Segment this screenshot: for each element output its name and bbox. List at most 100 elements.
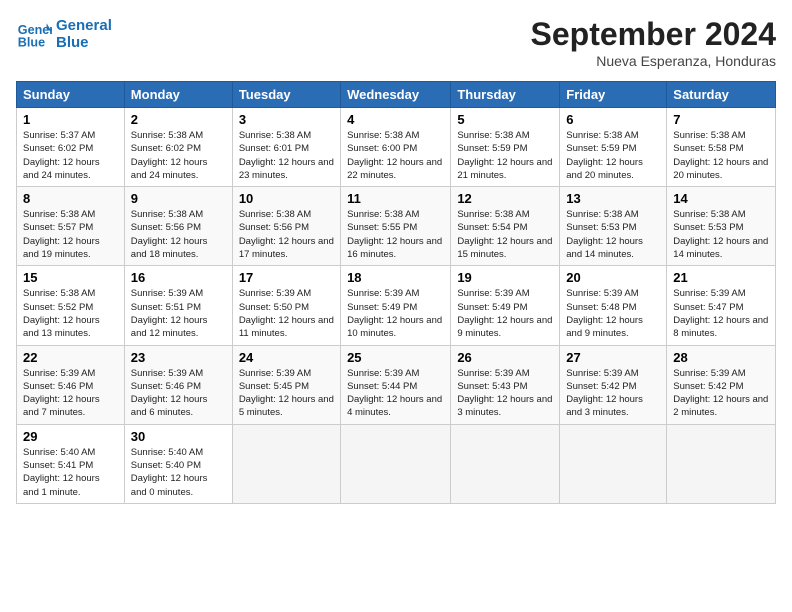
day-number: 18 [347,270,444,285]
month-title: September 2024 [531,16,776,53]
calendar-cell: 10 Sunrise: 5:38 AM Sunset: 5:56 PM Dayl… [232,187,340,266]
column-header-sunday: Sunday [17,82,125,108]
location: Nueva Esperanza, Honduras [531,53,776,69]
logo-icon: General Blue [16,16,52,52]
column-header-thursday: Thursday [451,82,560,108]
day-info: Sunrise: 5:38 AM Sunset: 5:54 PM Dayligh… [457,208,553,261]
day-info: Sunrise: 5:39 AM Sunset: 5:46 PM Dayligh… [131,367,226,420]
week-row-3: 15 Sunrise: 5:38 AM Sunset: 5:52 PM Dayl… [17,266,776,345]
calendar-cell: 16 Sunrise: 5:39 AM Sunset: 5:51 PM Dayl… [124,266,232,345]
day-number: 17 [239,270,334,285]
day-info: Sunrise: 5:38 AM Sunset: 5:59 PM Dayligh… [457,129,553,182]
day-number: 13 [566,191,660,206]
day-number: 6 [566,112,660,127]
calendar-cell: 19 Sunrise: 5:39 AM Sunset: 5:49 PM Dayl… [451,266,560,345]
day-info: Sunrise: 5:39 AM Sunset: 5:42 PM Dayligh… [673,367,769,420]
title-block: September 2024 Nueva Esperanza, Honduras [531,16,776,69]
calendar-cell: 18 Sunrise: 5:39 AM Sunset: 5:49 PM Dayl… [341,266,451,345]
day-number: 14 [673,191,769,206]
day-info: Sunrise: 5:38 AM Sunset: 5:53 PM Dayligh… [566,208,660,261]
day-info: Sunrise: 5:38 AM Sunset: 6:02 PM Dayligh… [131,129,226,182]
calendar-cell: 30 Sunrise: 5:40 AM Sunset: 5:40 PM Dayl… [124,424,232,503]
day-number: 16 [131,270,226,285]
svg-text:Blue: Blue [18,36,45,50]
day-info: Sunrise: 5:38 AM Sunset: 5:55 PM Dayligh… [347,208,444,261]
day-info: Sunrise: 5:38 AM Sunset: 5:56 PM Dayligh… [131,208,226,261]
day-info: Sunrise: 5:39 AM Sunset: 5:45 PM Dayligh… [239,367,334,420]
column-header-saturday: Saturday [667,82,776,108]
calendar-cell: 7 Sunrise: 5:38 AM Sunset: 5:58 PM Dayli… [667,108,776,187]
calendar-cell: 14 Sunrise: 5:38 AM Sunset: 5:53 PM Dayl… [667,187,776,266]
day-number: 11 [347,191,444,206]
day-number: 3 [239,112,334,127]
day-info: Sunrise: 5:40 AM Sunset: 5:40 PM Dayligh… [131,446,226,499]
calendar-cell: 9 Sunrise: 5:38 AM Sunset: 5:56 PM Dayli… [124,187,232,266]
day-info: Sunrise: 5:39 AM Sunset: 5:46 PM Dayligh… [23,367,118,420]
calendar-cell: 26 Sunrise: 5:39 AM Sunset: 5:43 PM Dayl… [451,345,560,424]
day-number: 21 [673,270,769,285]
calendar-cell: 28 Sunrise: 5:39 AM Sunset: 5:42 PM Dayl… [667,345,776,424]
calendar-cell: 29 Sunrise: 5:40 AM Sunset: 5:41 PM Dayl… [17,424,125,503]
calendar-cell: 1 Sunrise: 5:37 AM Sunset: 6:02 PM Dayli… [17,108,125,187]
calendar-cell: 17 Sunrise: 5:39 AM Sunset: 5:50 PM Dayl… [232,266,340,345]
calendar-cell: 6 Sunrise: 5:38 AM Sunset: 5:59 PM Dayli… [560,108,667,187]
day-number: 5 [457,112,553,127]
day-number: 24 [239,350,334,365]
calendar-cell: 25 Sunrise: 5:39 AM Sunset: 5:44 PM Dayl… [341,345,451,424]
day-info: Sunrise: 5:39 AM Sunset: 5:50 PM Dayligh… [239,287,334,340]
column-header-wednesday: Wednesday [341,82,451,108]
day-number: 23 [131,350,226,365]
calendar-header-row: SundayMondayTuesdayWednesdayThursdayFrid… [17,82,776,108]
day-info: Sunrise: 5:39 AM Sunset: 5:51 PM Dayligh… [131,287,226,340]
day-number: 27 [566,350,660,365]
day-number: 9 [131,191,226,206]
day-info: Sunrise: 5:38 AM Sunset: 6:00 PM Dayligh… [347,129,444,182]
week-row-1: 1 Sunrise: 5:37 AM Sunset: 6:02 PM Dayli… [17,108,776,187]
day-info: Sunrise: 5:39 AM Sunset: 5:44 PM Dayligh… [347,367,444,420]
day-info: Sunrise: 5:38 AM Sunset: 5:52 PM Dayligh… [23,287,118,340]
calendar-cell [451,424,560,503]
day-info: Sunrise: 5:39 AM Sunset: 5:47 PM Dayligh… [673,287,769,340]
logo: General Blue GeneralBlue [16,16,112,52]
day-number: 19 [457,270,553,285]
day-info: Sunrise: 5:38 AM Sunset: 5:56 PM Dayligh… [239,208,334,261]
calendar-cell [341,424,451,503]
calendar-cell: 23 Sunrise: 5:39 AM Sunset: 5:46 PM Dayl… [124,345,232,424]
day-info: Sunrise: 5:37 AM Sunset: 6:02 PM Dayligh… [23,129,118,182]
day-number: 10 [239,191,334,206]
page-header: General Blue GeneralBlue September 2024 … [16,16,776,69]
calendar-cell: 21 Sunrise: 5:39 AM Sunset: 5:47 PM Dayl… [667,266,776,345]
day-info: Sunrise: 5:38 AM Sunset: 6:01 PM Dayligh… [239,129,334,182]
day-info: Sunrise: 5:38 AM Sunset: 5:53 PM Dayligh… [673,208,769,261]
calendar-cell: 5 Sunrise: 5:38 AM Sunset: 5:59 PM Dayli… [451,108,560,187]
calendar-cell: 8 Sunrise: 5:38 AM Sunset: 5:57 PM Dayli… [17,187,125,266]
calendar-cell: 12 Sunrise: 5:38 AM Sunset: 5:54 PM Dayl… [451,187,560,266]
day-info: Sunrise: 5:39 AM Sunset: 5:42 PM Dayligh… [566,367,660,420]
day-info: Sunrise: 5:38 AM Sunset: 5:58 PM Dayligh… [673,129,769,182]
day-number: 4 [347,112,444,127]
day-info: Sunrise: 5:39 AM Sunset: 5:43 PM Dayligh… [457,367,553,420]
day-info: Sunrise: 5:40 AM Sunset: 5:41 PM Dayligh… [23,446,118,499]
day-number: 12 [457,191,553,206]
calendar-cell: 3 Sunrise: 5:38 AM Sunset: 6:01 PM Dayli… [232,108,340,187]
week-row-4: 22 Sunrise: 5:39 AM Sunset: 5:46 PM Dayl… [17,345,776,424]
logo-text: GeneralBlue [56,17,112,51]
day-number: 28 [673,350,769,365]
calendar-cell: 15 Sunrise: 5:38 AM Sunset: 5:52 PM Dayl… [17,266,125,345]
calendar-table: SundayMondayTuesdayWednesdayThursdayFrid… [16,81,776,504]
calendar-cell [560,424,667,503]
day-number: 1 [23,112,118,127]
day-info: Sunrise: 5:39 AM Sunset: 5:48 PM Dayligh… [566,287,660,340]
calendar-cell [232,424,340,503]
calendar-cell [667,424,776,503]
day-number: 25 [347,350,444,365]
day-info: Sunrise: 5:38 AM Sunset: 5:57 PM Dayligh… [23,208,118,261]
day-number: 26 [457,350,553,365]
column-header-monday: Monday [124,82,232,108]
day-number: 30 [131,429,226,444]
calendar-cell: 13 Sunrise: 5:38 AM Sunset: 5:53 PM Dayl… [560,187,667,266]
calendar-cell: 4 Sunrise: 5:38 AM Sunset: 6:00 PM Dayli… [341,108,451,187]
calendar-cell: 11 Sunrise: 5:38 AM Sunset: 5:55 PM Dayl… [341,187,451,266]
day-number: 15 [23,270,118,285]
column-header-tuesday: Tuesday [232,82,340,108]
